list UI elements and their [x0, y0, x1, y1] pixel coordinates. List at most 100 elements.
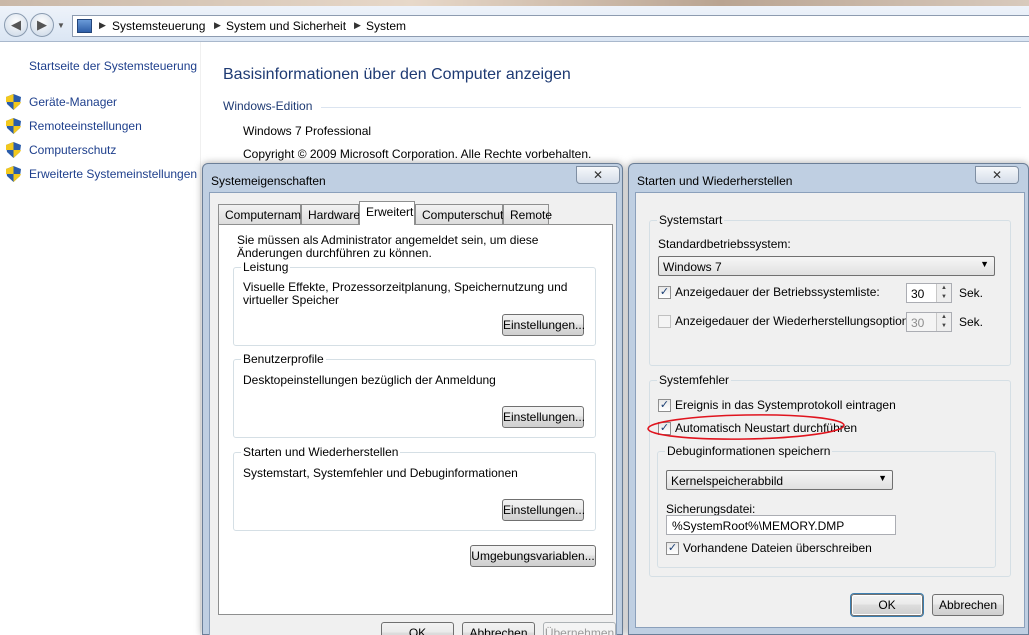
user-profiles-settings-button[interactable]: Einstellungen... [502, 406, 585, 428]
tab-hardware[interactable]: Hardware [301, 204, 360, 224]
close-button[interactable]: ✕ [576, 166, 620, 184]
close-button[interactable]: ✕ [975, 166, 1019, 184]
chevron-right-icon[interactable]: ▶ [354, 20, 361, 31]
dropdown-arrow-icon: ▼ [878, 473, 887, 483]
group-user-profiles: Benutzerprofile Desktopeinstellungen bez… [233, 352, 596, 438]
group-label: Benutzerprofile [241, 352, 326, 366]
chevron-right-icon[interactable]: ▶ [99, 20, 106, 31]
group-label: Systemfehler [657, 373, 732, 387]
advanced-tab-page: Sie müssen als Administrator angemeldet … [218, 224, 613, 615]
forward-button[interactable]: ▶ [30, 13, 54, 37]
group-label: Systemstart [657, 213, 725, 227]
log-event-label: Ereignis in das Systemprotokoll eintrage… [675, 398, 896, 412]
windows-edition-value: Windows 7 Professional [243, 124, 372, 138]
overwrite-files-checkbox[interactable]: ✓ [666, 542, 679, 555]
group-description: Desktopeinstellungen bezüglich der Anmel… [243, 373, 496, 387]
performance-settings-button[interactable]: Einstellungen... [502, 314, 585, 336]
forward-arrow-icon: ▶ [37, 17, 47, 32]
show-os-list-checkbox[interactable]: ✓ [658, 286, 671, 299]
checkmark-icon: ✓ [667, 542, 678, 554]
tab-remote[interactable]: Remote [503, 204, 552, 224]
remote-settings-link[interactable]: Remoteeinstellungen [29, 119, 142, 133]
debug-info-select[interactable]: Kernelspeicherabbild ▼ [666, 470, 893, 490]
tab-erweitert[interactable]: Erweitert [359, 201, 415, 225]
default-os-value: Windows 7 [663, 260, 722, 274]
windows-edition-heading: Windows-Edition [223, 99, 313, 113]
uac-shield-icon [6, 142, 21, 158]
show-recovery-options-checkbox[interactable] [658, 315, 671, 328]
spinner-arrows-icon[interactable]: ▲ ▼ [936, 284, 951, 302]
default-os-select[interactable]: Windows 7 ▼ [658, 256, 995, 276]
show-recovery-options-label: Anzeigedauer der Wiederherstellungsoptio… [675, 314, 926, 328]
unit-label: Sek. [959, 315, 984, 329]
dropdown-arrow-icon: ▼ [980, 259, 989, 269]
uac-shield-icon [6, 166, 21, 182]
group-label: Debuginformationen speichern [665, 444, 833, 458]
group-performance: Leistung Visuelle Effekte, Prozessorzeit… [233, 260, 596, 346]
dialog-body: Computername Hardware Erweitert Computer… [209, 192, 617, 635]
ok-button[interactable]: OK [381, 622, 454, 635]
group-systemfehler: Systemfehler ✓ Ereignis in das Systempro… [647, 373, 1011, 577]
environment-variables-button[interactable]: Umgebungsvariablen... [470, 545, 596, 567]
dialog-title: Systemeigenschaften [211, 174, 326, 188]
show-recovery-options-spinner[interactable]: 30 ▲ ▼ [906, 312, 952, 332]
page-title: Basisinformationen über den Computer anz… [223, 66, 571, 83]
admin-note: Sie müssen als Administrator angemeldet … [237, 233, 539, 260]
recent-pages-dropdown-icon[interactable]: ▼ [57, 21, 65, 30]
breadcrumb-systemsteuerung[interactable]: Systemsteuerung [112, 19, 205, 33]
address-bar: ◀ ▶ ▼ ▶ Systemsteuerung ▶ System und Sic… [0, 6, 1029, 42]
show-os-list-label: Anzeigedauer der Betriebssystemliste: [675, 285, 880, 299]
show-os-list-spinner[interactable]: 30 ▲ ▼ [906, 283, 952, 303]
spinner-arrows-icon[interactable]: ▲ ▼ [936, 313, 951, 331]
group-startup-recovery: Starten und Wiederherstellen Systemstart… [233, 445, 596, 531]
copyright-text: Copyright © 2009 Microsoft Corporation. … [243, 147, 592, 161]
control-panel-home-link[interactable]: Startseite der Systemsteuerung [29, 59, 197, 73]
dialog-title: Starten und Wiederherstellen [637, 174, 793, 188]
left-navigation: Startseite der Systemsteuerung Geräte-Ma… [0, 42, 200, 635]
group-debug-info: Debuginformationen speichern Kernelspeic… [657, 444, 996, 568]
unit-label: Sek. [959, 286, 984, 300]
close-icon: ✕ [991, 168, 1003, 182]
overwrite-files-label: Vorhandene Dateien überschreiben [683, 541, 872, 555]
checkmark-icon: ✓ [659, 399, 670, 411]
startup-recovery-dialog: Starten und Wiederherstellen ✕ Systemsta… [628, 163, 1029, 635]
tab-computerschutz[interactable]: Computerschutz [415, 204, 509, 224]
highlight-annotation-circle [647, 414, 845, 440]
log-event-checkbox[interactable]: ✓ [658, 399, 671, 412]
checkmark-icon: ✓ [659, 286, 670, 298]
spinner-value: 30 [911, 287, 925, 301]
address-field[interactable]: ▶ Systemsteuerung ▶ System und Sicherhei… [72, 15, 1029, 37]
group-description: Visuelle Effekte, Prozessorzeitplanung, … [243, 280, 568, 307]
uac-shield-icon [6, 118, 21, 134]
debug-info-value: Kernelspeicherabbild [671, 474, 784, 488]
ok-button[interactable]: OK [851, 594, 923, 616]
device-manager-link[interactable]: Geräte-Manager [29, 95, 117, 109]
chevron-right-icon[interactable]: ▶ [214, 20, 221, 31]
spinner-value: 30 [911, 316, 925, 330]
startup-recovery-settings-button[interactable]: Einstellungen... [502, 499, 585, 521]
group-label: Starten und Wiederherstellen [241, 445, 401, 459]
uac-shield-icon [6, 94, 21, 110]
close-icon: ✕ [592, 168, 604, 182]
default-os-label: Standardbetriebssystem: [658, 237, 791, 251]
control-panel-icon [77, 19, 92, 33]
breadcrumb-system-und-sicherheit[interactable]: System und Sicherheit [226, 19, 346, 33]
group-systemstart: Systemstart Standardbetriebssystem: Wind… [649, 213, 1011, 366]
system-protection-link[interactable]: Computerschutz [29, 143, 116, 157]
system-properties-dialog: Systemeigenschaften ✕ Computername Hardw… [202, 163, 623, 635]
dialog-body: Systemstart Standardbetriebssystem: Wind… [635, 192, 1025, 628]
cancel-button[interactable]: Abbrechen [932, 594, 1004, 616]
tab-computername[interactable]: Computername [218, 204, 308, 224]
group-description: Systemstart, Systemfehler und Debuginfor… [243, 466, 518, 480]
back-button[interactable]: ◀ [4, 13, 28, 37]
dumpfile-label: Sicherungsdatei: [666, 502, 756, 516]
cancel-button[interactable]: Abbrechen [462, 622, 535, 635]
advanced-system-settings-link[interactable]: Erweiterte Systemeinstellungen [29, 167, 197, 181]
section-divider [321, 107, 1021, 108]
dumpfile-value: %SystemRoot%\MEMORY.DMP [672, 519, 845, 533]
group-label: Leistung [241, 260, 291, 274]
breadcrumb-system[interactable]: System [366, 19, 406, 33]
apply-button[interactable]: Übernehmen [543, 622, 616, 635]
dumpfile-input[interactable]: %SystemRoot%\MEMORY.DMP [666, 515, 896, 535]
back-arrow-icon: ◀ [11, 17, 21, 32]
